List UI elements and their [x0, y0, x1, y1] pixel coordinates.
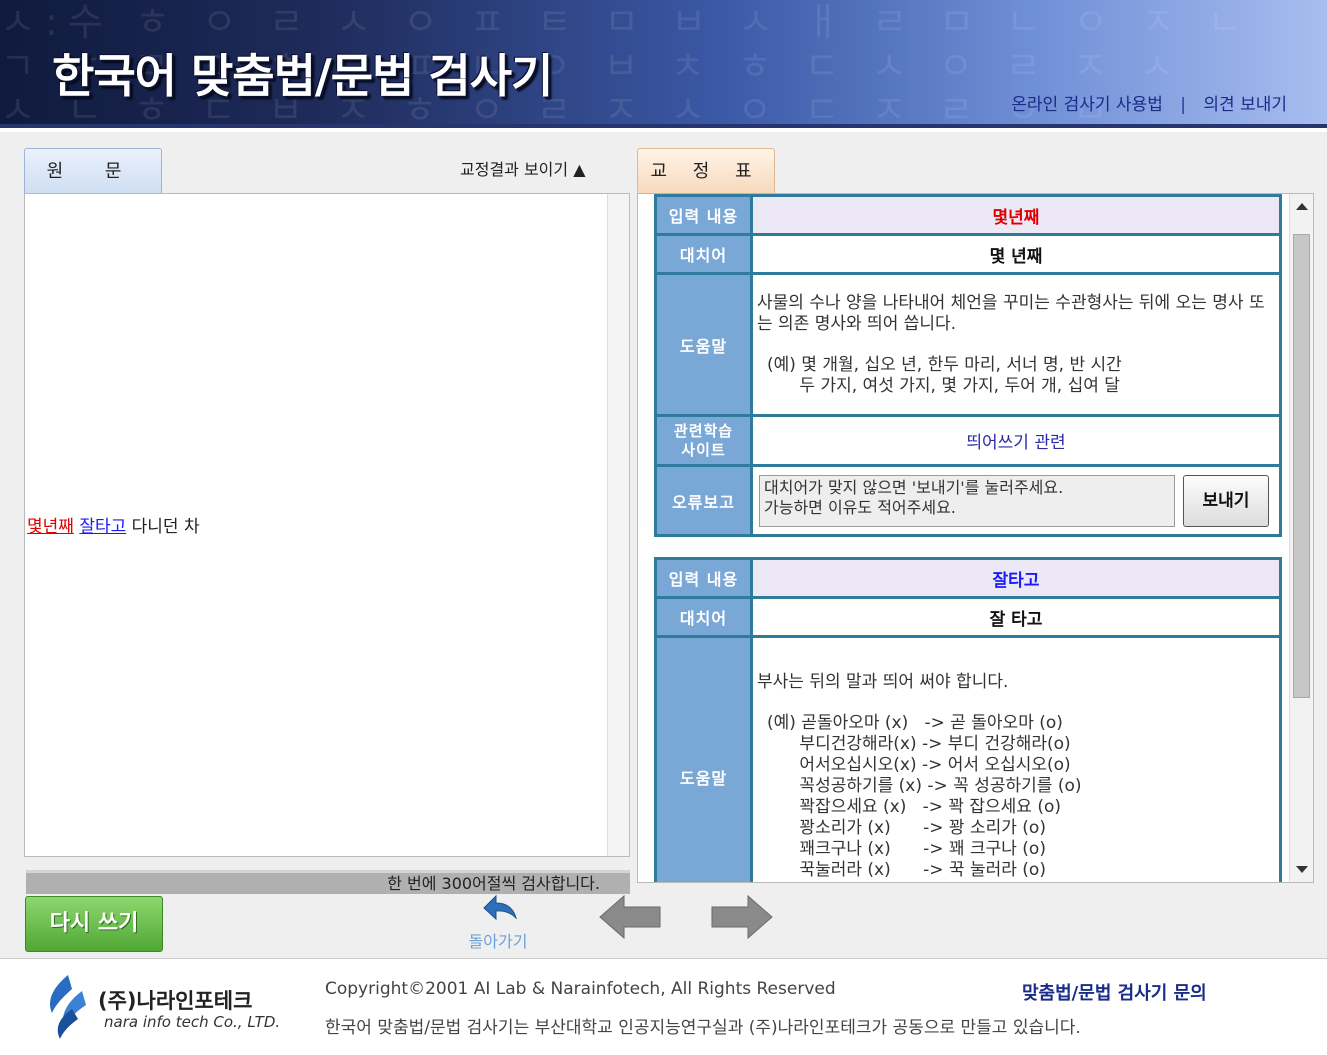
error-report-cell: 대치어가 맞지 않으면 '보내기'를 눌러주세요. 가능하면 이유도 적어주세요…	[750, 464, 1282, 537]
company-name: (주)나라인포테크	[98, 989, 253, 1013]
footer: (주)나라인포테크 nara info tech Co., LTD. Copyr…	[0, 958, 1327, 1055]
correction-entry: 입력 내용 잘타고 대치어 잘 타고 도움말 부사는 뒤의 말과 띄어 써야 합…	[654, 557, 1282, 882]
correction-result-area: 입력 내용 몇년째 대치어 몇 년째 도움말 사물의 수나 양을 나타내어 체언…	[637, 193, 1314, 883]
inquiry-link[interactable]: 맞춤법/문법 검사기 문의	[1022, 979, 1207, 1005]
label-help: 도움말	[654, 272, 753, 417]
word-limit-note: 한 번에 300어절씩 검사합니다.	[26, 870, 630, 894]
input-word: 잘타고	[750, 557, 1282, 599]
back-button-label: 돌아가기	[468, 932, 528, 951]
header-decoration: ㅅ:수 ㅎ ㅇ ㄹ ㅅ ㅇ ㅍ ㅌ ㅁ ㅂ ㅅ ㅐ ㄹ ㅁ ㄴ ㅇ ㅈ ㄴ	[0, 0, 1253, 44]
next-arrow-icon	[711, 894, 773, 940]
main-area: 원 문 교정결과 보이기 ▲ 몇년째 잘타고 다니던 차 한 번에 300어절씩…	[0, 132, 1327, 958]
error-word-2[interactable]: 잘타고	[79, 517, 126, 537]
correction-entry: 입력 내용 몇년째 대치어 몇 년째 도움말 사물의 수나 양을 나타내어 체언…	[654, 194, 1282, 537]
related-site-link[interactable]: 띄어쓰기 관련	[750, 414, 1282, 467]
tab-correction-table[interactable]: 교 정 표	[637, 148, 775, 193]
header-links: 온라인 검사기 사용법 | 의견 보내기	[1011, 90, 1287, 115]
result-scrollbar[interactable]	[1289, 194, 1313, 882]
label-input: 입력 내용	[654, 194, 753, 236]
send-report-button[interactable]: 보내기	[1183, 474, 1269, 527]
error-report-input[interactable]: 대치어가 맞지 않으면 '보내기'를 눌러주세요. 가능하면 이유도 적어주세요…	[759, 474, 1175, 527]
company-logo-icon	[50, 975, 86, 1039]
help-examples: (예) 곧돌아오마 (x) -> 곧 돌아오마 (o) 부디건강해라(x) ->…	[767, 713, 1082, 880]
help-examples: (예) 몇 개월, 십오 년, 한두 마리, 서너 명, 반 시간 두 가지, …	[767, 354, 1122, 396]
back-arrow-icon	[483, 894, 517, 921]
scroll-down-icon[interactable]	[1296, 866, 1308, 873]
source-text-area[interactable]: 몇년째 잘타고 다니던 차	[24, 193, 630, 857]
link-separator: |	[1180, 95, 1186, 115]
company-name-en: nara info tech Co., LTD.	[104, 1013, 281, 1031]
help-text: 사물의 수나 양을 나타내어 체언을 꾸미는 수관형사는 뒤에 오는 명사 또는…	[757, 292, 1265, 334]
prev-arrow-icon	[599, 894, 661, 940]
scroll-thumb[interactable]	[1293, 234, 1310, 698]
help-text: 부사는 뒤의 말과 띄어 써야 합니다.	[757, 672, 1009, 692]
back-button[interactable]: 돌아가기	[452, 892, 544, 951]
scroll-up-icon[interactable]	[1296, 203, 1308, 210]
show-result-toggle[interactable]: 교정결과 보이기 ▲	[460, 156, 586, 180]
label-replacement: 대치어	[654, 233, 753, 275]
error-word-1[interactable]: 몇년째	[27, 517, 74, 537]
copyright-text: Copyright©2001 AI Lab & Narainfotech, Al…	[325, 979, 836, 999]
label-replacement: 대치어	[654, 596, 753, 638]
replacement-word: 잘 타고	[750, 596, 1282, 638]
tab-original-text[interactable]: 원 문	[24, 148, 162, 193]
label-related-site: 관련학습 사이트	[654, 414, 753, 467]
source-text: 몇년째 잘타고 다니던 차	[27, 512, 200, 537]
replacement-word: 몇 년째	[750, 233, 1282, 275]
prev-button[interactable]	[598, 894, 662, 944]
send-feedback-link[interactable]: 의견 보내기	[1203, 95, 1287, 115]
next-button[interactable]	[710, 894, 774, 944]
help-content: 사물의 수나 양을 나타내어 체언을 꾸미는 수관형사는 뒤에 오는 명사 또는…	[750, 272, 1282, 417]
rewrite-button[interactable]: 다시 쓰기	[25, 896, 163, 952]
label-input: 입력 내용	[654, 557, 753, 599]
header-banner: ㅅ:수 ㅎ ㅇ ㄹ ㅅ ㅇ ㅍ ㅌ ㅁ ㅂ ㅅ ㅐ ㄹ ㅁ ㄴ ㅇ ㅈ ㄴ ㄱ …	[0, 0, 1327, 128]
normal-text: 다니던 차	[131, 517, 200, 537]
footer-description: 한국어 맞춤법/문법 검사기는 부산대학교 인공지능연구실과 (주)나라인포테크…	[325, 1018, 1081, 1038]
source-scrollbar[interactable]	[607, 194, 629, 856]
help-content: 부사는 뒤의 말과 띄어 써야 합니다. (예) 곧돌아오마 (x) -> 곧 …	[750, 635, 1282, 882]
input-word: 몇년째	[750, 194, 1282, 236]
app-title: 한국어 맞춤법/문법 검사기	[52, 49, 553, 103]
usage-guide-link[interactable]: 온라인 검사기 사용법	[1011, 95, 1163, 115]
label-error-report: 오류보고	[654, 464, 753, 537]
label-help: 도움말	[654, 635, 753, 882]
